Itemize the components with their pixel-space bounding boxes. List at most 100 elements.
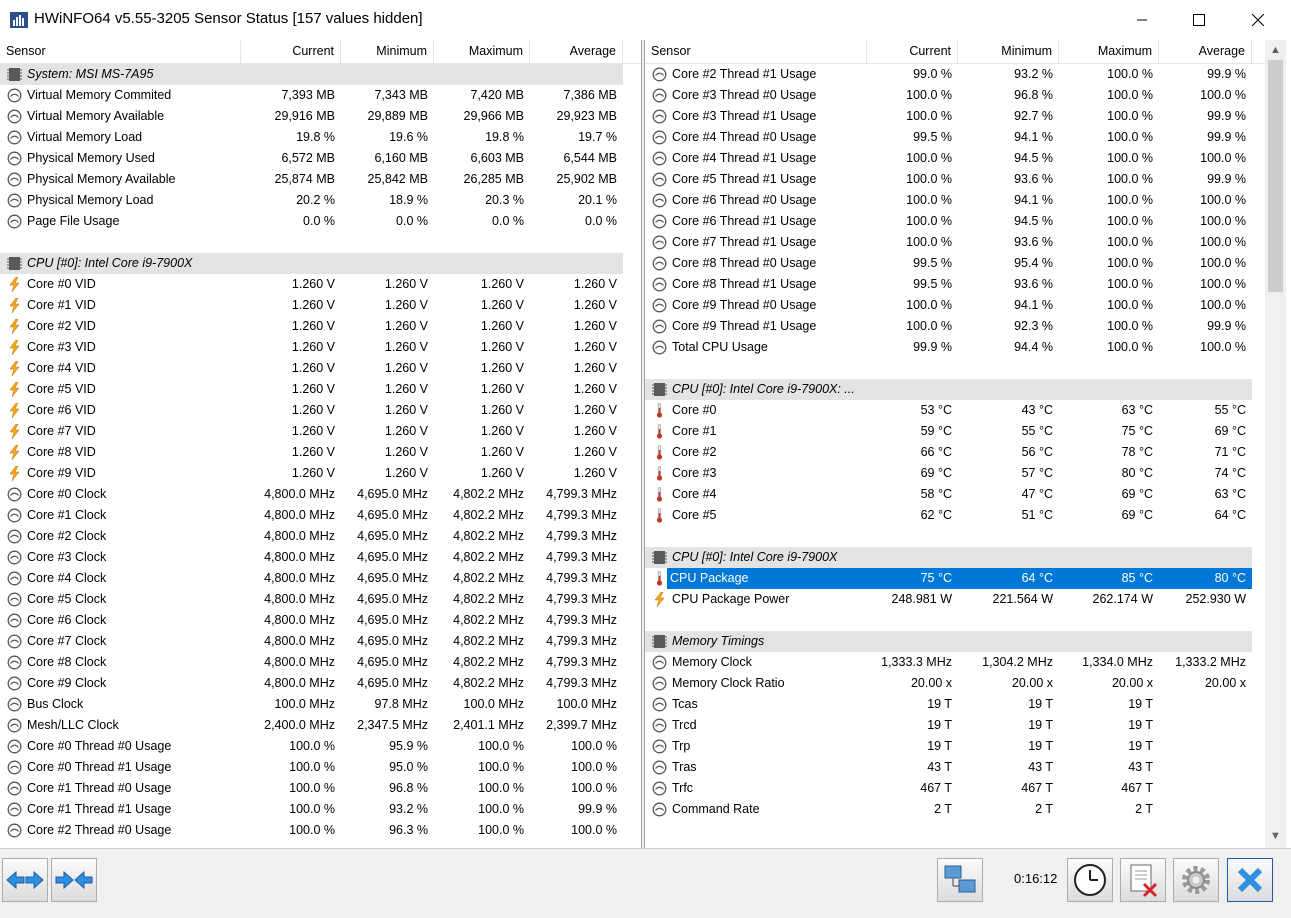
sensor-row[interactable]: Core #8 Clock 4,800.0 MHz 4,695.0 MHz 4,802… — [0, 652, 641, 673]
sensor-row[interactable]: Physical Memory Available 25,874 MB 25,842… — [0, 169, 641, 190]
sensor-row[interactable]: Core #0 Clock 4,800.0 MHz 4,695.0 MHz 4,802… — [0, 484, 641, 505]
sensor-row[interactable]: Page File Usage 0.0 % 0.0 % 0.0 % 0.0 % — [0, 211, 641, 232]
collapse-columns-button[interactable] — [51, 858, 97, 902]
sensor-row[interactable]: Tcas 19 T 19 T 19 T — [645, 694, 1265, 715]
sensor-row[interactable]: Core #0 Thread #1 Usage 100.0 % 95.0 % 100.… — [0, 757, 641, 778]
sensor-row[interactable]: Core #0 Thread #0 Usage 100.0 % 95.9 % 100.… — [0, 736, 641, 757]
value-minimum: 93.6 % — [1014, 172, 1053, 186]
sensor-row[interactable]: Core #8 VID 1.260 V 1.260 V 1.260 V 1.260 V — [0, 442, 641, 463]
sensor-row[interactable]: Core #0 53 °C 43 °C 63 °C 55 °C — [645, 400, 1265, 421]
sensor-row[interactable]: Virtual Memory Commited 7,393 MB 7,343 MB 7… — [0, 85, 641, 106]
sensor-row[interactable]: Core #5 Clock 4,800.0 MHz 4,695.0 MHz 4,802… — [0, 589, 641, 610]
sensor-group-header[interactable]: CPU [#0]: Intel Core i9-7900X: ... — [645, 379, 1265, 400]
sensor-row[interactable]: Core #6 Thread #0 Usage 100.0 % 94.1 % 100.… — [645, 190, 1265, 211]
close-button[interactable] — [1233, 0, 1283, 40]
column-header-sensor[interactable]: Sensor — [645, 40, 867, 63]
column-header-maximum[interactable]: Maximum — [1059, 40, 1159, 63]
sensor-row[interactable]: Bus Clock 100.0 MHz 97.8 MHz 100.0 MHz 100.0… — [0, 694, 641, 715]
sensor-row[interactable]: Core #7 VID 1.260 V 1.260 V 1.260 V 1.260 V — [0, 421, 641, 442]
sensor-row[interactable]: Core #8 Thread #0 Usage 99.5 % 95.4 % 100.0… — [645, 253, 1265, 274]
vertical-scrollbar[interactable]: ▲ ▼ — [1265, 40, 1286, 848]
sensor-row[interactable]: Trcd 19 T 19 T 19 T — [645, 715, 1265, 736]
sensor-row[interactable]: Core #1 Clock 4,800.0 MHz 4,695.0 MHz 4,802… — [0, 505, 641, 526]
logging-button[interactable] — [1120, 858, 1166, 902]
sensor-row[interactable]: Core #4 Clock 4,800.0 MHz 4,695.0 MHz 4,802… — [0, 568, 641, 589]
sensor-group-header[interactable]: CPU [#0]: Intel Core i9-7900X — [0, 253, 641, 274]
column-header-minimum[interactable]: Minimum — [958, 40, 1059, 63]
column-header-current[interactable]: Current — [867, 40, 958, 63]
exit-button[interactable] — [1227, 858, 1273, 902]
value-minimum: 1.260 V — [384, 277, 428, 291]
sensor-group-header[interactable]: Memory Timings — [645, 631, 1265, 652]
minimize-button[interactable] — [1117, 0, 1167, 40]
sensor-row[interactable]: Tras 43 T 43 T 43 T — [645, 757, 1265, 778]
column-header-average[interactable]: Average — [1159, 40, 1252, 63]
sensor-row[interactable]: Core #6 Clock 4,800.0 MHz 4,695.0 MHz 4,802… — [0, 610, 641, 631]
sensor-row[interactable]: Core #1 Thread #1 Usage 100.0 % 93.2 % 100.… — [0, 799, 641, 820]
sensor-row[interactable]: Core #3 Thread #1 Usage 100.0 % 92.7 % 100.… — [645, 106, 1265, 127]
sensor-row[interactable]: Core #1 Thread #0 Usage 100.0 % 96.8 % 100.… — [0, 778, 641, 799]
expand-columns-button[interactable] — [2, 858, 48, 902]
column-header-current[interactable]: Current — [241, 40, 341, 63]
column-header-minimum[interactable]: Minimum — [341, 40, 434, 63]
sensor-row[interactable]: CPU Package Power 248.981 W 221.564 W 262.1… — [645, 589, 1265, 610]
sensor-row[interactable]: Core #8 Thread #1 Usage 99.5 % 93.6 % 100.0… — [645, 274, 1265, 295]
sensor-row[interactable]: Core #4 58 °C 47 °C 69 °C 63 °C — [645, 484, 1265, 505]
settings-button[interactable] — [1173, 858, 1219, 902]
sensor-row[interactable]: Trp 19 T 19 T 19 T — [645, 736, 1265, 757]
column-header-sensor[interactable]: Sensor — [0, 40, 241, 63]
scroll-down-icon[interactable]: ▼ — [1269, 830, 1282, 843]
right-sensor-pane[interactable]: Sensor Current Minimum Maximum Average Core #… — [645, 40, 1265, 848]
sensor-row[interactable]: Memory Clock Ratio 20.00 x 20.00 x 20.00 x 2… — [645, 673, 1265, 694]
sensor-row[interactable]: Core #4 Thread #0 Usage 99.5 % 94.1 % 100.0… — [645, 127, 1265, 148]
column-header-maximum[interactable]: Maximum — [434, 40, 530, 63]
sensor-row[interactable]: Core #3 VID 1.260 V 1.260 V 1.260 V 1.260 V — [0, 337, 641, 358]
sensor-row[interactable]: Virtual Memory Available 29,916 MB 29,889 … — [0, 106, 641, 127]
value-current: 4,800.0 MHz — [264, 676, 335, 690]
sensor-row[interactable]: Mesh/LLC Clock 2,400.0 MHz 2,347.5 MHz 2,40… — [0, 715, 641, 736]
sensor-group-header[interactable]: CPU [#0]: Intel Core i9-7900X — [645, 547, 1265, 568]
sensor-row[interactable]: Core #4 Thread #1 Usage 100.0 % 94.5 % 100.… — [645, 148, 1265, 169]
sensor-row[interactable]: Physical Memory Load 20.2 % 18.9 % 20.3 % 20… — [0, 190, 641, 211]
reset-timer-button[interactable] — [1067, 858, 1113, 902]
sensor-row[interactable]: Core #5 Thread #1 Usage 100.0 % 93.6 % 100.… — [645, 169, 1265, 190]
sensor-row[interactable]: Core #7 Thread #1 Usage 100.0 % 93.6 % 100.… — [645, 232, 1265, 253]
sensor-row[interactable]: Core #1 VID 1.260 V 1.260 V 1.260 V 1.260 V — [0, 295, 641, 316]
sensor-row[interactable]: Core #6 Thread #1 Usage 100.0 % 94.5 % 100.… — [645, 211, 1265, 232]
sensor-row[interactable]: Core #2 66 °C 56 °C 78 °C 71 °C — [645, 442, 1265, 463]
sensor-row[interactable]: Core #3 69 °C 57 °C 80 °C 74 °C — [645, 463, 1265, 484]
sensor-row[interactable]: Core #3 Thread #0 Usage 100.0 % 96.8 % 100.… — [645, 85, 1265, 106]
sensor-group-header[interactable]: System: MSI MS-7A95 — [0, 64, 641, 85]
sensor-label: Core #4 Clock — [27, 571, 107, 585]
maximize-button[interactable] — [1174, 0, 1224, 40]
sensor-row[interactable]: Core #2 Thread #1 Usage 99.0 % 93.2 % 100.0… — [645, 64, 1265, 85]
column-header-average[interactable]: Average — [530, 40, 623, 63]
sensor-row[interactable]: CPU Package 75 °C 64 °C 85 °C 80 °C — [645, 568, 1265, 589]
scrollbar-thumb[interactable] — [1268, 60, 1283, 292]
network-button[interactable] — [937, 858, 983, 902]
sensor-row[interactable]: Core #6 VID 1.260 V 1.260 V 1.260 V 1.260 V — [0, 400, 641, 421]
sensor-row[interactable]: Core #9 Clock 4,800.0 MHz 4,695.0 MHz 4,802… — [0, 673, 641, 694]
sensor-row[interactable]: Core #9 VID 1.260 V 1.260 V 1.260 V 1.260 V — [0, 463, 641, 484]
sensor-row[interactable]: Core #0 VID 1.260 V 1.260 V 1.260 V 1.260 V — [0, 274, 641, 295]
scroll-up-icon[interactable]: ▲ — [1269, 44, 1282, 57]
sensor-row[interactable]: Core #5 VID 1.260 V 1.260 V 1.260 V 1.260 V — [0, 379, 641, 400]
sensor-row[interactable]: Command Rate 2 T 2 T 2 T — [645, 799, 1265, 820]
sensor-row[interactable]: Core #1 59 °C 55 °C 75 °C 69 °C — [645, 421, 1265, 442]
sensor-row[interactable]: Total CPU Usage 99.9 % 94.4 % 100.0 % 100.0 … — [645, 337, 1265, 358]
sensor-row[interactable]: Core #5 62 °C 51 °C 69 °C 64 °C — [645, 505, 1265, 526]
sensor-row[interactable]: Core #2 Clock 4,800.0 MHz 4,695.0 MHz 4,802… — [0, 526, 641, 547]
sensor-row[interactable]: Core #4 VID 1.260 V 1.260 V 1.260 V 1.260 V — [0, 358, 641, 379]
sensor-row[interactable]: Core #9 Thread #0 Usage 100.0 % 94.1 % 100.… — [645, 295, 1265, 316]
sensor-row[interactable]: Virtual Memory Load 19.8 % 19.6 % 19.8 % 19.… — [0, 127, 641, 148]
sensor-row[interactable]: Core #3 Clock 4,800.0 MHz 4,695.0 MHz 4,802… — [0, 547, 641, 568]
sensor-row[interactable]: Core #2 VID 1.260 V 1.260 V 1.260 V 1.260 V — [0, 316, 641, 337]
sensor-row[interactable]: Core #2 Thread #0 Usage 100.0 % 96.3 % 100.… — [0, 820, 641, 841]
left-sensor-pane[interactable]: Sensor Current Minimum Maximum Average System… — [0, 40, 641, 848]
sensor-row[interactable]: Core #7 Clock 4,800.0 MHz 4,695.0 MHz 4,802… — [0, 631, 641, 652]
sensor-row[interactable]: Trfc 467 T 467 T 467 T — [645, 778, 1265, 799]
sensor-row[interactable]: Core #9 Thread #1 Usage 100.0 % 92.3 % 100.… — [645, 316, 1265, 337]
sensor-row[interactable]: Memory Clock 1,333.3 MHz 1,304.2 MHz 1,334.… — [645, 652, 1265, 673]
value-current: 20.00 x — [910, 676, 952, 690]
sensor-row[interactable]: Physical Memory Used 6,572 MB 6,160 MB 6,60… — [0, 148, 641, 169]
